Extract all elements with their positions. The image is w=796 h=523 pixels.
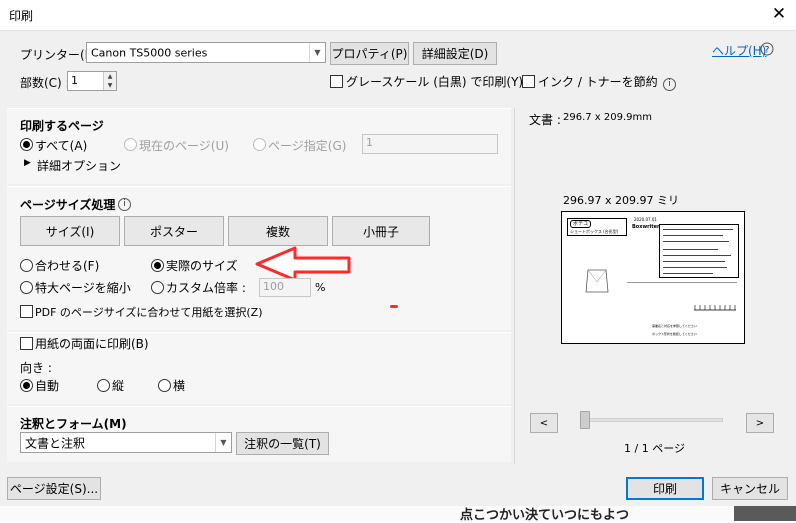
background-page-strip bbox=[0, 506, 796, 521]
comments-title: 注釈とフォーム(M) bbox=[20, 417, 127, 431]
booklet-button[interactable]: 小冊子 bbox=[332, 216, 430, 246]
info-icon[interactable]: i bbox=[663, 78, 676, 91]
page-setup-button[interactable]: ページ設定(S)... bbox=[7, 477, 101, 500]
radio-auto-label: 自動 bbox=[35, 379, 60, 393]
radio-current[interactable] bbox=[124, 138, 137, 151]
multiple-button[interactable]: 複数 bbox=[228, 216, 328, 246]
advanced-button[interactable]: 詳細設定(D) bbox=[413, 42, 497, 65]
save-ink-label: インク / トナーを節約 bbox=[538, 75, 658, 89]
size-button[interactable]: サイズ(I) bbox=[20, 216, 120, 246]
radio-all[interactable] bbox=[20, 138, 33, 151]
radio-shrink[interactable] bbox=[20, 281, 33, 294]
page-size: 296.97 x 209.97 ミリ bbox=[563, 194, 679, 207]
copies-stepper[interactable]: 1 ▲ ▼ bbox=[67, 71, 117, 91]
properties-button[interactable]: プロパティ(P) bbox=[330, 42, 409, 65]
spin-up-icon[interactable]: ▲ bbox=[104, 72, 116, 81]
printer-select[interactable]: Canon TS5000 series ▼ bbox=[86, 42, 326, 63]
page-preview: ボデゴ ショートボックス (台形型) 2020.07.01 Boxwriter … bbox=[561, 211, 745, 344]
more-options-label[interactable]: 詳細オプション bbox=[37, 157, 121, 174]
pages-title: 印刷するページ bbox=[20, 119, 104, 133]
preview-info-box bbox=[659, 224, 739, 278]
page-indicator: 1 / 1 ページ bbox=[624, 442, 685, 455]
radio-fit[interactable] bbox=[20, 259, 33, 272]
radio-landscape-label: 横 bbox=[173, 379, 186, 393]
annotation-mark bbox=[390, 305, 398, 308]
next-page-button[interactable]: > bbox=[746, 413, 774, 433]
background-text: 点こつかい決ていつにもよつ bbox=[460, 508, 630, 523]
preview-rule bbox=[627, 282, 737, 283]
prev-page-button[interactable]: < bbox=[530, 413, 558, 433]
radio-portrait[interactable] bbox=[97, 379, 110, 392]
percent-label: % bbox=[315, 281, 326, 294]
comments-select[interactable]: 文書と注釈 ▼ bbox=[20, 432, 232, 453]
background-dark-block bbox=[734, 506, 796, 521]
radio-custom-scale-label: カスタム倍率 : bbox=[166, 281, 246, 295]
save-ink-checkbox[interactable] bbox=[522, 75, 535, 88]
preview-tag: ボデゴ bbox=[570, 220, 592, 228]
radio-portrait-label: 縦 bbox=[112, 379, 125, 393]
preview-box-drawing bbox=[584, 266, 610, 296]
print-button[interactable]: 印刷 bbox=[626, 477, 704, 500]
copies-label: 部数(C) : bbox=[20, 76, 70, 90]
radio-custom-scale[interactable] bbox=[151, 281, 164, 294]
doc-size: 296.7 x 209.9mm bbox=[563, 112, 653, 123]
title-bar: 印刷 ✕ bbox=[0, 0, 796, 30]
copies-value: 1 bbox=[71, 74, 78, 87]
pdf-paper-checkbox[interactable] bbox=[20, 305, 33, 318]
page-slider-thumb[interactable] bbox=[580, 411, 590, 429]
comments-selected-value: 文書と注釈 bbox=[25, 436, 86, 450]
sizing-title: ページサイズ処理 bbox=[20, 198, 116, 212]
preview-footer-note-2: ボックス形状を確認してください bbox=[652, 332, 697, 336]
radio-current-label: 現在のページ(U) bbox=[139, 139, 229, 153]
doc-label: 文書 : bbox=[529, 113, 561, 127]
column-divider bbox=[514, 108, 515, 464]
page-range-input[interactable]: 1 bbox=[362, 134, 498, 154]
triangle-right-icon[interactable]: ▶ bbox=[24, 158, 31, 168]
chevron-down-icon: ▼ bbox=[215, 433, 231, 452]
summarize-comments-button[interactable]: 注釈の一覧(T) bbox=[236, 432, 329, 455]
orientation-label: 向き : bbox=[20, 361, 52, 375]
radio-actual-size[interactable] bbox=[151, 259, 164, 272]
preview-date: 2020.07.01 bbox=[634, 217, 657, 222]
chevron-down-icon: ▼ bbox=[309, 43, 325, 62]
radio-landscape[interactable] bbox=[158, 379, 171, 392]
scale-input[interactable]: 100 bbox=[259, 278, 311, 297]
preview-scale bbox=[694, 300, 736, 311]
radio-auto[interactable] bbox=[20, 379, 33, 392]
duplex-label: 用紙の両面に印刷(B) bbox=[35, 337, 149, 351]
duplex-checkbox[interactable] bbox=[20, 337, 33, 350]
grayscale-checkbox[interactable] bbox=[330, 75, 343, 88]
radio-range-label: ページ指定(G) bbox=[268, 139, 347, 153]
preview-footer-note-1: 事業名と対応を参照してください bbox=[652, 324, 697, 328]
preview-heading: ショートボックス (台形型) bbox=[570, 229, 619, 234]
window-title: 印刷 bbox=[9, 9, 34, 23]
radio-range[interactable] bbox=[253, 138, 266, 151]
svg-text:?: ? bbox=[765, 46, 770, 56]
annotation-arrow-icon bbox=[255, 246, 355, 282]
help-link[interactable]: ヘルプ(H) bbox=[712, 42, 766, 59]
radio-actual-size-label: 実際のサイズ bbox=[166, 259, 238, 273]
poster-button[interactable]: ポスター bbox=[124, 216, 224, 246]
cancel-button[interactable]: キャンセル bbox=[712, 477, 788, 500]
spin-down-icon[interactable]: ▼ bbox=[104, 81, 116, 90]
preview-header-box: ボデゴ ショートボックス (台形型) bbox=[567, 218, 627, 236]
grayscale-label: グレースケール (白黒) で印刷(Y) bbox=[346, 75, 524, 89]
close-icon[interactable]: ✕ bbox=[770, 2, 788, 26]
printer-selected-value: Canon TS5000 series bbox=[91, 46, 208, 59]
pdf-paper-label: PDF のページサイズに合わせて用紙を選択(Z) bbox=[35, 306, 263, 319]
preview-title: Boxwriter bbox=[632, 224, 660, 230]
radio-all-label: すべて(A) bbox=[35, 139, 88, 153]
page-slider[interactable] bbox=[583, 418, 723, 422]
radio-fit-label: 合わせる(F) bbox=[35, 259, 100, 273]
help-icon[interactable]: ? bbox=[760, 42, 774, 56]
radio-shrink-label: 特大ページを縮小 bbox=[35, 281, 131, 295]
info-icon[interactable]: i bbox=[118, 198, 131, 211]
